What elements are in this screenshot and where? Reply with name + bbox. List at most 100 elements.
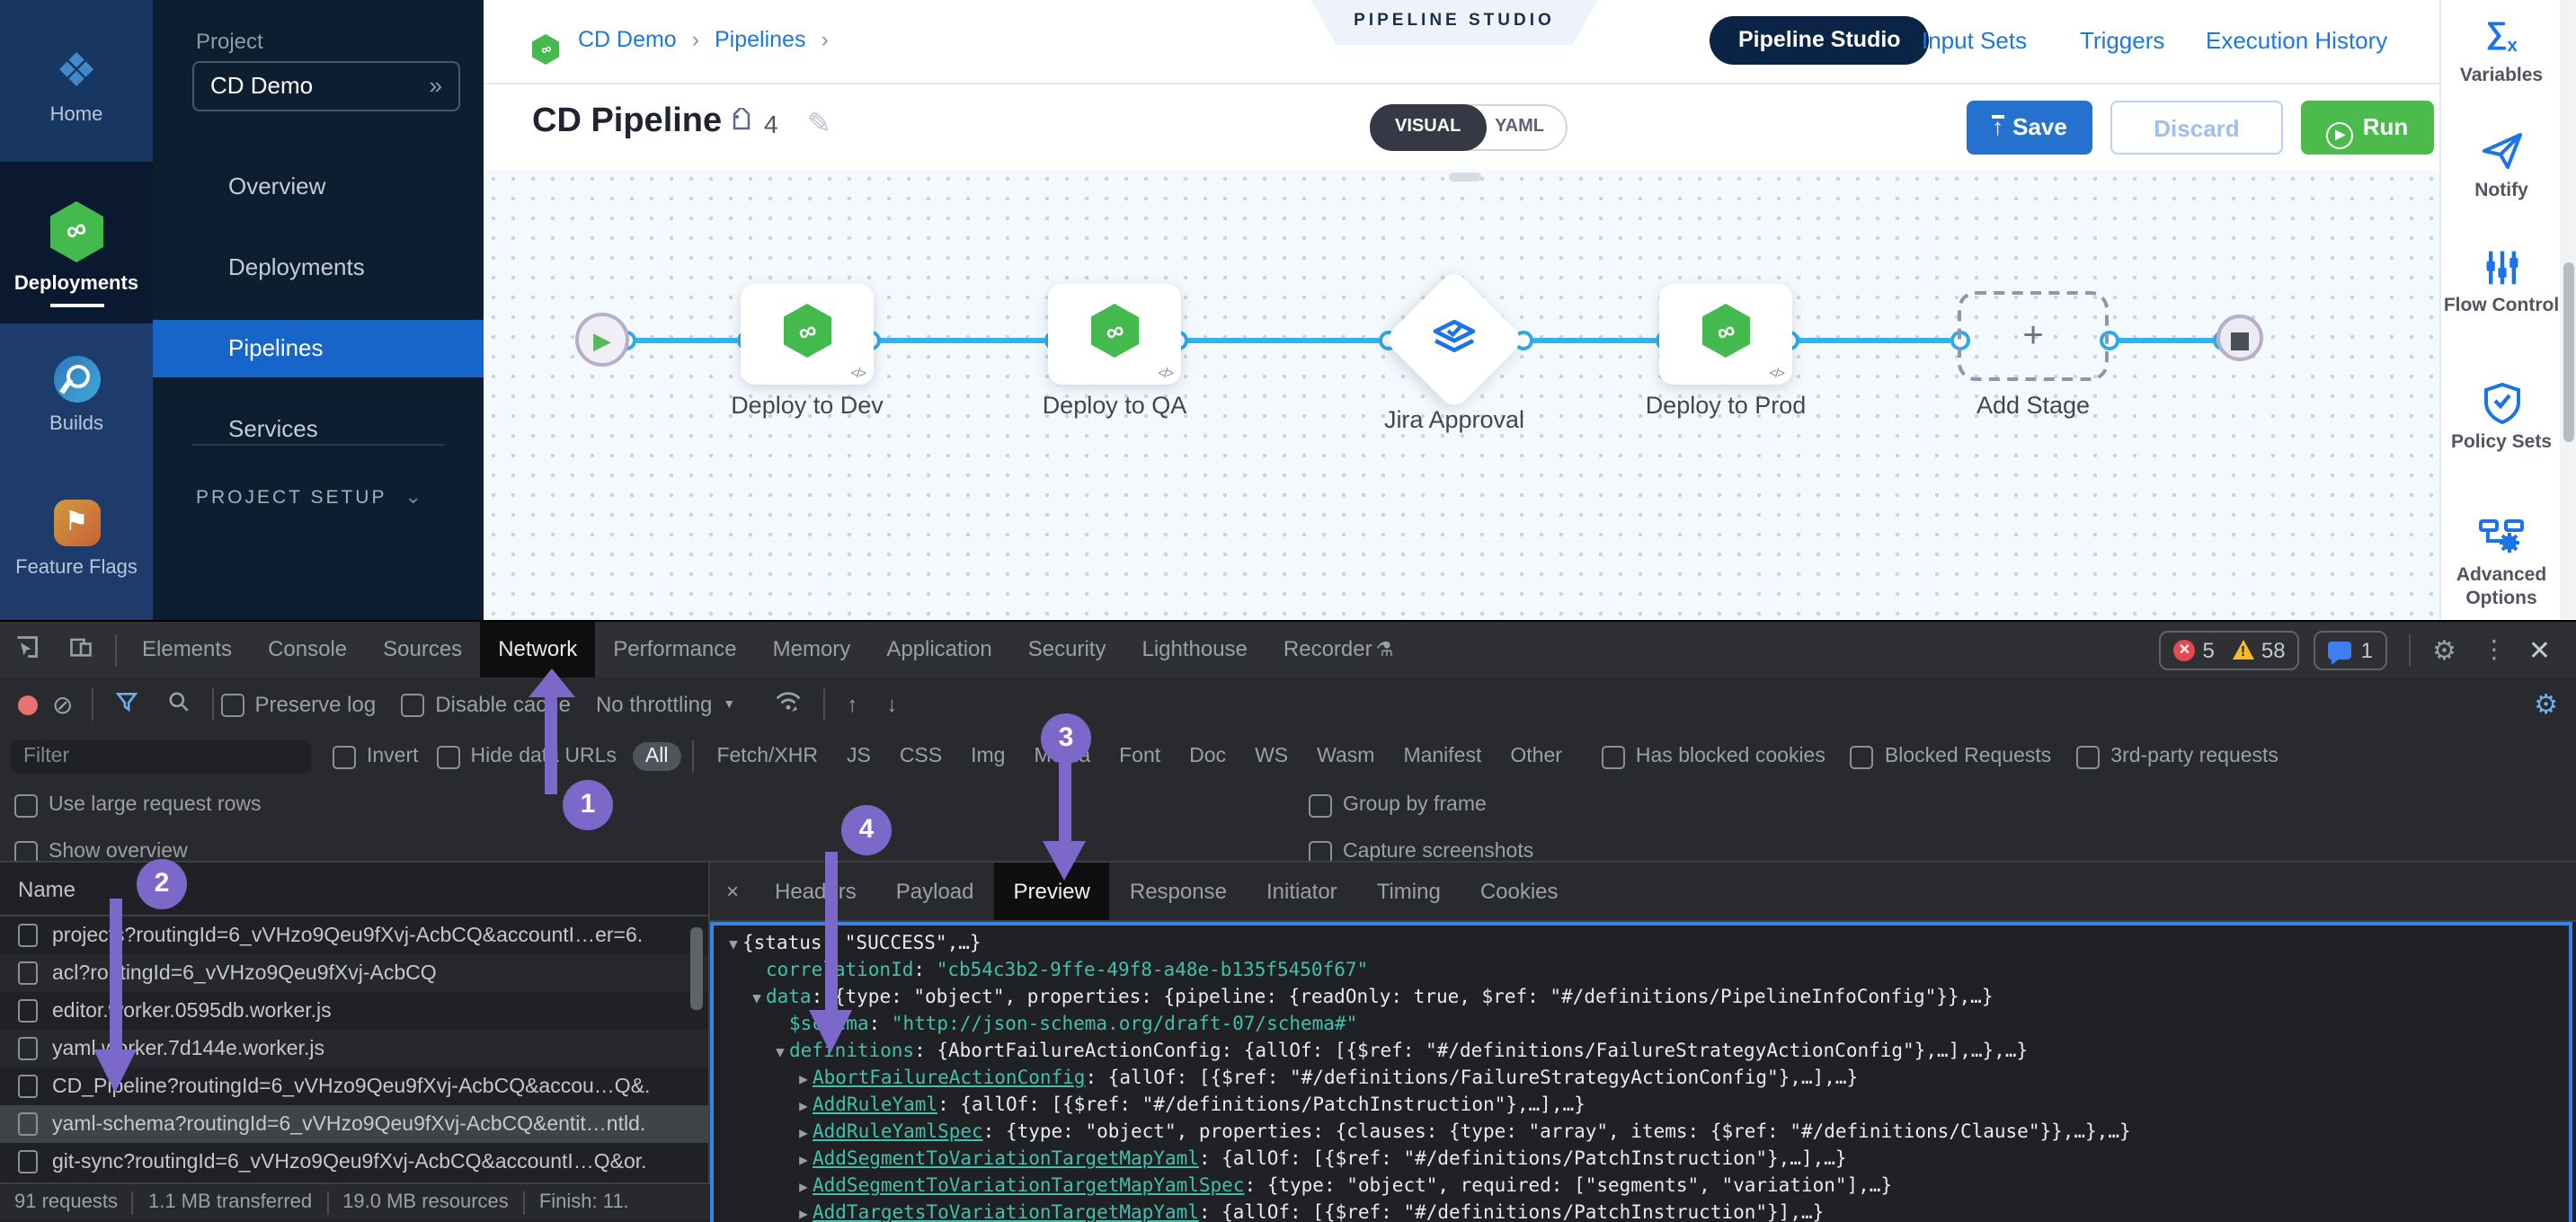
checkbox-icon[interactable] [220, 693, 244, 716]
sidebar-item-deployments[interactable]: Deployments [153, 239, 484, 297]
request-row[interactable]: git-sync?routingId=6_vVHzo9Qeu9fXvj-AcbC… [0, 1143, 708, 1181]
yaml-code-icon[interactable]: </> [1158, 365, 1172, 381]
checkbox-icon[interactable] [437, 745, 460, 768]
json-tree-line[interactable]: correlationId: "cb54c3b2-9ffe-49f8-a48e-… [714, 958, 2569, 985]
rail-item-deployments[interactable]: ∞ Deployments [0, 162, 153, 323]
project-setup-toggle[interactable]: PROJECT SETUP⌄ [196, 485, 422, 509]
expand-sidebar-icon[interactable]: » [430, 63, 442, 110]
sidebar-item-pipelines[interactable]: Pipelines [153, 320, 484, 377]
detail-tab-cookies[interactable]: Cookies [1461, 863, 1578, 920]
stage-node[interactable]: ∞</> [741, 284, 874, 385]
panel-item-advanced-options[interactable]: Advanced Options [2441, 518, 2562, 611]
filter-pill-doc[interactable]: Doc [1177, 742, 1239, 771]
filter-pill-fetch-xhr[interactable]: Fetch/XHR [704, 742, 831, 771]
filter-pill-ws[interactable]: WS [1242, 742, 1301, 771]
devtools-tab-lighthouse[interactable]: Lighthouse [1124, 622, 1265, 677]
canvas-drag-handle[interactable] [1449, 173, 1481, 182]
json-tree-line[interactable]: ▶AbortFailureActionConfig: {allOf: [{$re… [714, 1066, 2569, 1093]
checkbox-icon[interactable] [333, 745, 356, 768]
hide-data-urls-checkbox[interactable]: Hide data URLs [437, 745, 617, 768]
issues-badge[interactable]: 1 [2314, 630, 2387, 669]
checkbox-icon[interactable] [1602, 745, 1625, 768]
filter-pill-other[interactable]: Other [1497, 742, 1575, 771]
filter-pill-all[interactable]: All [633, 742, 681, 771]
panel-item-notify[interactable]: Notify [2441, 129, 2562, 203]
filter-pill-img[interactable]: Img [958, 742, 1017, 771]
record-button[interactable] [18, 695, 38, 714]
checkbox-icon[interactable] [2076, 745, 2100, 768]
filter-pill-js[interactable]: JS [834, 742, 884, 771]
devtools-tab-console[interactable]: Console [250, 622, 365, 677]
detail-tab-timing[interactable]: Timing [1357, 863, 1461, 920]
run-button[interactable]: ▶Run [2301, 101, 2434, 155]
stage-node[interactable]: ∞</> [1659, 284, 1792, 385]
name-column-header[interactable]: Name [0, 863, 708, 916]
filter-pill-manifest[interactable]: Manifest [1390, 742, 1494, 771]
request-row[interactable]: editor.worker.0595db.worker.js [0, 992, 708, 1030]
devtools-close-icon[interactable]: ✕ [2518, 633, 2565, 666]
discard-button[interactable]: Discard [2110, 101, 2283, 155]
filter-pill-font[interactable]: Font [1106, 742, 1173, 771]
breadcrumb-project[interactable]: CD Demo [578, 27, 677, 52]
tab-input-sets[interactable]: Input Sets [1922, 27, 2027, 54]
preview-json-tree[interactable]: ▼{status: "SUCCESS",…}correlationId: "cb… [710, 922, 2572, 1222]
group-by-frame-checkbox[interactable]: Group by frame [1309, 793, 1487, 817]
inspect-cursor-icon[interactable] [0, 634, 54, 665]
devtools-tab-elements[interactable]: Elements [124, 622, 250, 677]
invert-checkbox[interactable]: Invert [333, 745, 419, 768]
toggle-visual[interactable]: VISUAL [1370, 104, 1486, 151]
sidebar-item-services[interactable]: Services [153, 401, 484, 458]
json-tree-line[interactable]: ▶AddSegmentToVariationTargetMapYaml: {al… [714, 1147, 2569, 1173]
expanded-triangle-icon[interactable]: ▼ [724, 931, 742, 958]
detail-tab-response[interactable]: Response [1110, 863, 1247, 920]
collapsed-triangle-icon[interactable]: ▶ [795, 1173, 813, 1200]
yaml-code-icon[interactable]: </> [1769, 365, 1783, 381]
console-issues-badge[interactable]: ✕ 5 ! 58 [2159, 630, 2299, 669]
json-tree-line[interactable]: ▼data: {type: "object", properties: {pip… [714, 985, 2569, 1012]
expanded-triangle-icon[interactable]: ▼ [771, 1039, 789, 1066]
throttling-select[interactable]: No throttling▼ [596, 692, 735, 717]
sidebar-item-overview[interactable]: Overview [153, 158, 484, 216]
save-button[interactable]: ↑Save [1967, 101, 2092, 155]
add-stage-button[interactable]: + [1958, 291, 2109, 381]
search-icon[interactable] [152, 690, 204, 719]
preserve-log-checkbox[interactable]: Preserve log [220, 692, 376, 717]
pipeline-end-node[interactable] [2216, 314, 2263, 361]
clear-icon[interactable]: ⊘ [52, 689, 73, 720]
detail-tab-payload[interactable]: Payload [876, 863, 994, 920]
device-toolbar-icon[interactable] [54, 634, 108, 665]
devtools-tab-performance[interactable]: Performance [595, 622, 754, 677]
stage-node[interactable]: ∞</> [1048, 284, 1181, 385]
json-tree-line[interactable]: ▶AddSegmentToVariationTargetMapYamlSpec:… [714, 1173, 2569, 1200]
filter-funnel-icon[interactable] [100, 690, 152, 719]
yaml-code-icon[interactable]: </> [850, 365, 865, 381]
visual-yaml-toggle[interactable]: VISUAL YAML [1370, 104, 1568, 151]
pipeline-start-node[interactable]: ▶ [575, 313, 629, 367]
tab-triggers[interactable]: Triggers [2080, 27, 2164, 54]
approval-stage-node[interactable] [1383, 269, 1525, 411]
devtools-settings-gear-icon[interactable]: ⚙ [2418, 633, 2471, 666]
devtools-tab-memory[interactable]: Memory [755, 622, 869, 677]
filter-checkbox-has-blocked-cookies[interactable]: Has blocked cookies [1602, 745, 1825, 768]
import-har-icon[interactable]: ↑ [832, 692, 872, 717]
devtools-tab-sources[interactable]: Sources [365, 622, 480, 677]
filter-input[interactable]: Filter [11, 740, 311, 773]
browser-scrollbar[interactable] [2560, 0, 2576, 620]
project-selector[interactable]: CD Demo » [192, 61, 460, 111]
json-tree-line[interactable]: $schema: "http://json-schema.org/draft-0… [714, 1012, 2569, 1039]
scrollbar-thumb[interactable] [2563, 262, 2573, 442]
panel-item-flow-control[interactable]: Flow Control [2441, 248, 2562, 318]
detail-tab-initiator[interactable]: Initiator [1247, 863, 1357, 920]
detail-tab-headers[interactable]: Headers [755, 863, 876, 920]
request-list-scrollbar[interactable] [690, 927, 703, 1010]
filter-checkbox-3rd-party-requests[interactable]: 3rd-party requests [2076, 745, 2278, 768]
collapsed-triangle-icon[interactable]: ▶ [795, 1066, 813, 1093]
filter-checkbox-blocked-requests[interactable]: Blocked Requests [1851, 745, 2051, 768]
json-tree-line[interactable]: ▼definitions: {AbortFailureActionConfig:… [714, 1039, 2569, 1066]
close-detail-icon[interactable]: × [710, 879, 755, 904]
rail-item-feature-flags[interactable]: ⚑ Feature Flags [0, 471, 153, 620]
json-tree-line[interactable]: ▶AddRuleYaml: {allOf: [{$ref: "#/definit… [714, 1093, 2569, 1120]
rail-item-builds[interactable]: Builds [0, 323, 153, 471]
request-row[interactable]: projects?routingId=6_vVHzo9Qeu9fXvj-AcbC… [0, 916, 708, 954]
collapsed-triangle-icon[interactable]: ▶ [795, 1147, 813, 1173]
